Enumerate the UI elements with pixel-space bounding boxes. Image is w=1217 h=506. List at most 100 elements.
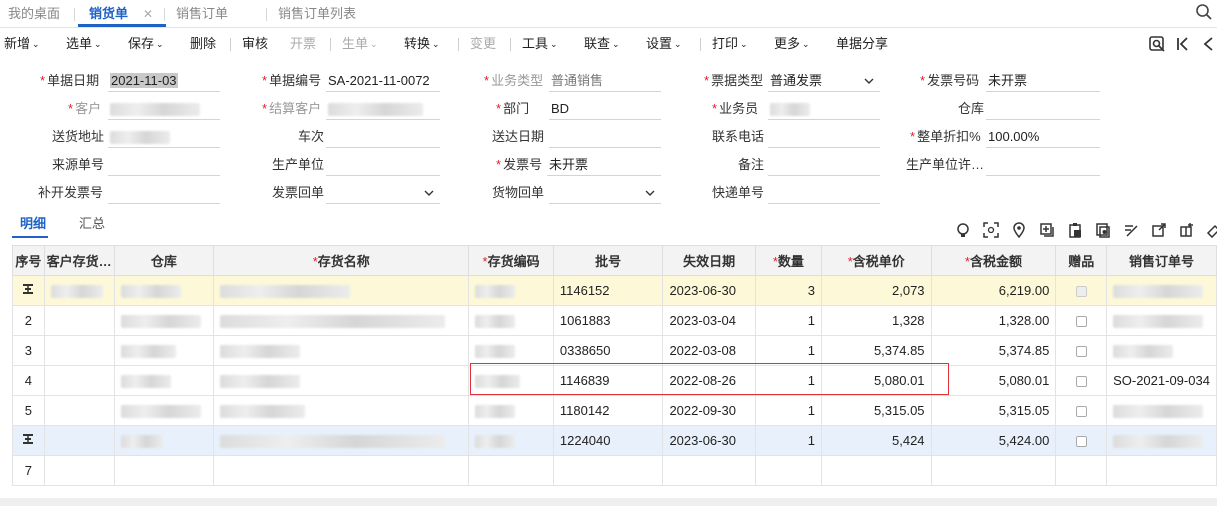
search-icon[interactable] — [1195, 3, 1213, 21]
cell-order-no[interactable] — [1106, 455, 1217, 486]
new-button[interactable]: 新增 ⌄ — [4, 29, 40, 59]
table-row[interactable]: 7 — [12, 455, 1217, 486]
horizontal-scrollbar[interactable] — [0, 498, 1217, 506]
gift-checkbox[interactable] — [1055, 425, 1108, 456]
tab-detail[interactable]: 明细 — [20, 214, 46, 234]
generate-button[interactable]: 生单 ⌄ — [342, 29, 378, 59]
cell-expiry[interactable]: 2022-08-26 — [662, 365, 756, 396]
delete-button[interactable]: 删除 — [190, 29, 216, 59]
cell-item-code[interactable] — [468, 275, 554, 306]
invoice-receipt-select[interactable] — [326, 182, 440, 204]
cell-warehouse[interactable] — [113, 305, 215, 336]
cell-expiry[interactable]: 2022-03-08 — [662, 335, 756, 366]
cell-batch[interactable]: 1061883 — [552, 305, 664, 336]
cell-order-no[interactable] — [1106, 305, 1217, 336]
cell-batch[interactable]: 0338650 — [552, 335, 664, 366]
save-button[interactable]: 保存 ⌄ — [128, 29, 164, 59]
tab-sales-order[interactable]: 销售订单 — [176, 0, 228, 27]
cell-price[interactable]: 5,080.01 — [820, 365, 932, 396]
cell-batch[interactable]: 1180142 — [552, 395, 664, 426]
contact-phone-field[interactable] — [768, 126, 880, 148]
cell-item-name[interactable] — [213, 305, 470, 336]
source-no-field[interactable] — [108, 154, 220, 176]
cell-expiry[interactable]: 2023-03-04 — [662, 305, 756, 336]
col-header-warehouse[interactable]: 仓库 — [113, 245, 215, 276]
cell-order-no[interactable] — [1106, 425, 1217, 456]
col-header-price[interactable]: *含税单价 — [820, 245, 932, 276]
cell-customer-item[interactable] — [43, 365, 115, 396]
cell-price[interactable]: 1,328 — [820, 305, 932, 336]
cell-warehouse[interactable] — [113, 365, 215, 396]
cell-customer-item[interactable] — [43, 455, 115, 486]
cell-expiry[interactable]: 2023-06-30 — [662, 275, 756, 306]
cell-price[interactable]: 5,424 — [820, 425, 932, 456]
tools-button[interactable]: 工具 ⌄ — [522, 29, 558, 59]
cell-qty[interactable]: 1 — [754, 365, 822, 396]
change-button[interactable]: 变更 — [470, 29, 496, 59]
select-order-button[interactable]: 选单 ⌄ — [66, 29, 102, 59]
cell-amount[interactable]: 1,328.00 — [930, 305, 1057, 336]
reissue-invoice-field[interactable] — [108, 182, 220, 204]
cell-gift[interactable] — [1055, 455, 1108, 486]
cell-item-name[interactable] — [213, 425, 470, 456]
production-unit-field[interactable] — [326, 154, 440, 176]
collapse-left-icon[interactable] — [1174, 35, 1192, 53]
table-row[interactable]: 2 1061883 2023-03-04 1 1,328 1,328.00 — [12, 305, 1217, 336]
cell-item-code[interactable] — [468, 455, 554, 486]
goods-receipt-select[interactable] — [549, 182, 661, 204]
trip-field[interactable] — [326, 126, 440, 148]
tab-sales-order-list[interactable]: 销售订单列表 — [278, 0, 356, 27]
settings-button[interactable]: 设置 ⌄ — [646, 29, 682, 59]
cell-price[interactable]: 5,374.85 — [820, 335, 932, 366]
cell-customer-item[interactable] — [43, 305, 115, 336]
cell-batch[interactable]: 1146839 — [552, 365, 664, 396]
col-header-item-name[interactable]: *存货名称 — [213, 245, 470, 276]
cell-qty[interactable]: 3 — [754, 275, 822, 306]
cell-amount[interactable] — [930, 455, 1057, 486]
expand-icon[interactable] — [1198, 35, 1216, 53]
cell-order-no[interactable]: SO-2021-09-034 — [1106, 365, 1217, 396]
remark-field[interactable] — [768, 154, 880, 176]
cell-expiry[interactable] — [662, 455, 756, 486]
audit-button[interactable]: 审核 — [242, 29, 268, 59]
tab-sales-delivery[interactable]: 销货单 — [89, 0, 128, 27]
cell-batch[interactable] — [552, 455, 664, 486]
cell-order-no[interactable] — [1106, 275, 1217, 306]
location-icon[interactable] — [1011, 222, 1027, 238]
cell-qty[interactable]: 1 — [754, 395, 822, 426]
table-row[interactable]: 3 0338650 2022-03-08 1 5,374.85 5,374.85 — [12, 335, 1217, 366]
row-menu-icon[interactable] — [12, 275, 45, 306]
col-header-qty[interactable]: *数量 — [754, 245, 822, 276]
cell-warehouse[interactable] — [113, 335, 215, 366]
cell-customer-item[interactable] — [43, 275, 115, 306]
cell-amount[interactable]: 5,315.05 — [930, 395, 1057, 426]
cell-order-no[interactable] — [1106, 395, 1217, 426]
cell-qty[interactable] — [754, 455, 822, 486]
cell-qty[interactable]: 1 — [754, 425, 822, 456]
cell-item-name[interactable] — [213, 395, 470, 426]
col-header-batch[interactable]: 批号 — [552, 245, 664, 276]
bulb-icon[interactable] — [955, 222, 971, 238]
gift-checkbox[interactable] — [1055, 395, 1108, 426]
cell-item-code[interactable] — [468, 335, 554, 366]
salesperson-field[interactable] — [768, 98, 880, 120]
department-field[interactable]: BD — [549, 98, 661, 120]
cell-item-code[interactable] — [468, 395, 554, 426]
col-header-customer-item[interactable]: 客户存货… — [43, 245, 115, 276]
cell-expiry[interactable]: 2023-06-30 — [662, 425, 756, 456]
scan-icon[interactable] — [983, 222, 999, 238]
convert-button[interactable]: 转换 ⌄ — [404, 29, 440, 59]
cell-qty[interactable]: 1 — [754, 305, 822, 336]
cell-amount[interactable]: 6,219.00 — [930, 275, 1057, 306]
cell-qty[interactable]: 1 — [754, 335, 822, 366]
cell-price[interactable]: 2,073 — [820, 275, 932, 306]
more-button[interactable]: 更多 ⌄ — [774, 29, 810, 59]
production-license-field[interactable] — [986, 154, 1100, 176]
col-header-gift[interactable]: 赠品 — [1055, 245, 1108, 276]
edit-icon[interactable] — [1123, 222, 1139, 238]
cell-expiry[interactable]: 2022-09-30 — [662, 395, 756, 426]
invoice-button[interactable]: 开票 — [290, 29, 316, 59]
table-row[interactable]: 4 1146839 2022-08-26 1 5,080.01 5,080.01… — [12, 365, 1217, 396]
col-header-seq[interactable]: 序号 — [12, 245, 45, 276]
cell-customer-item[interactable] — [43, 395, 115, 426]
